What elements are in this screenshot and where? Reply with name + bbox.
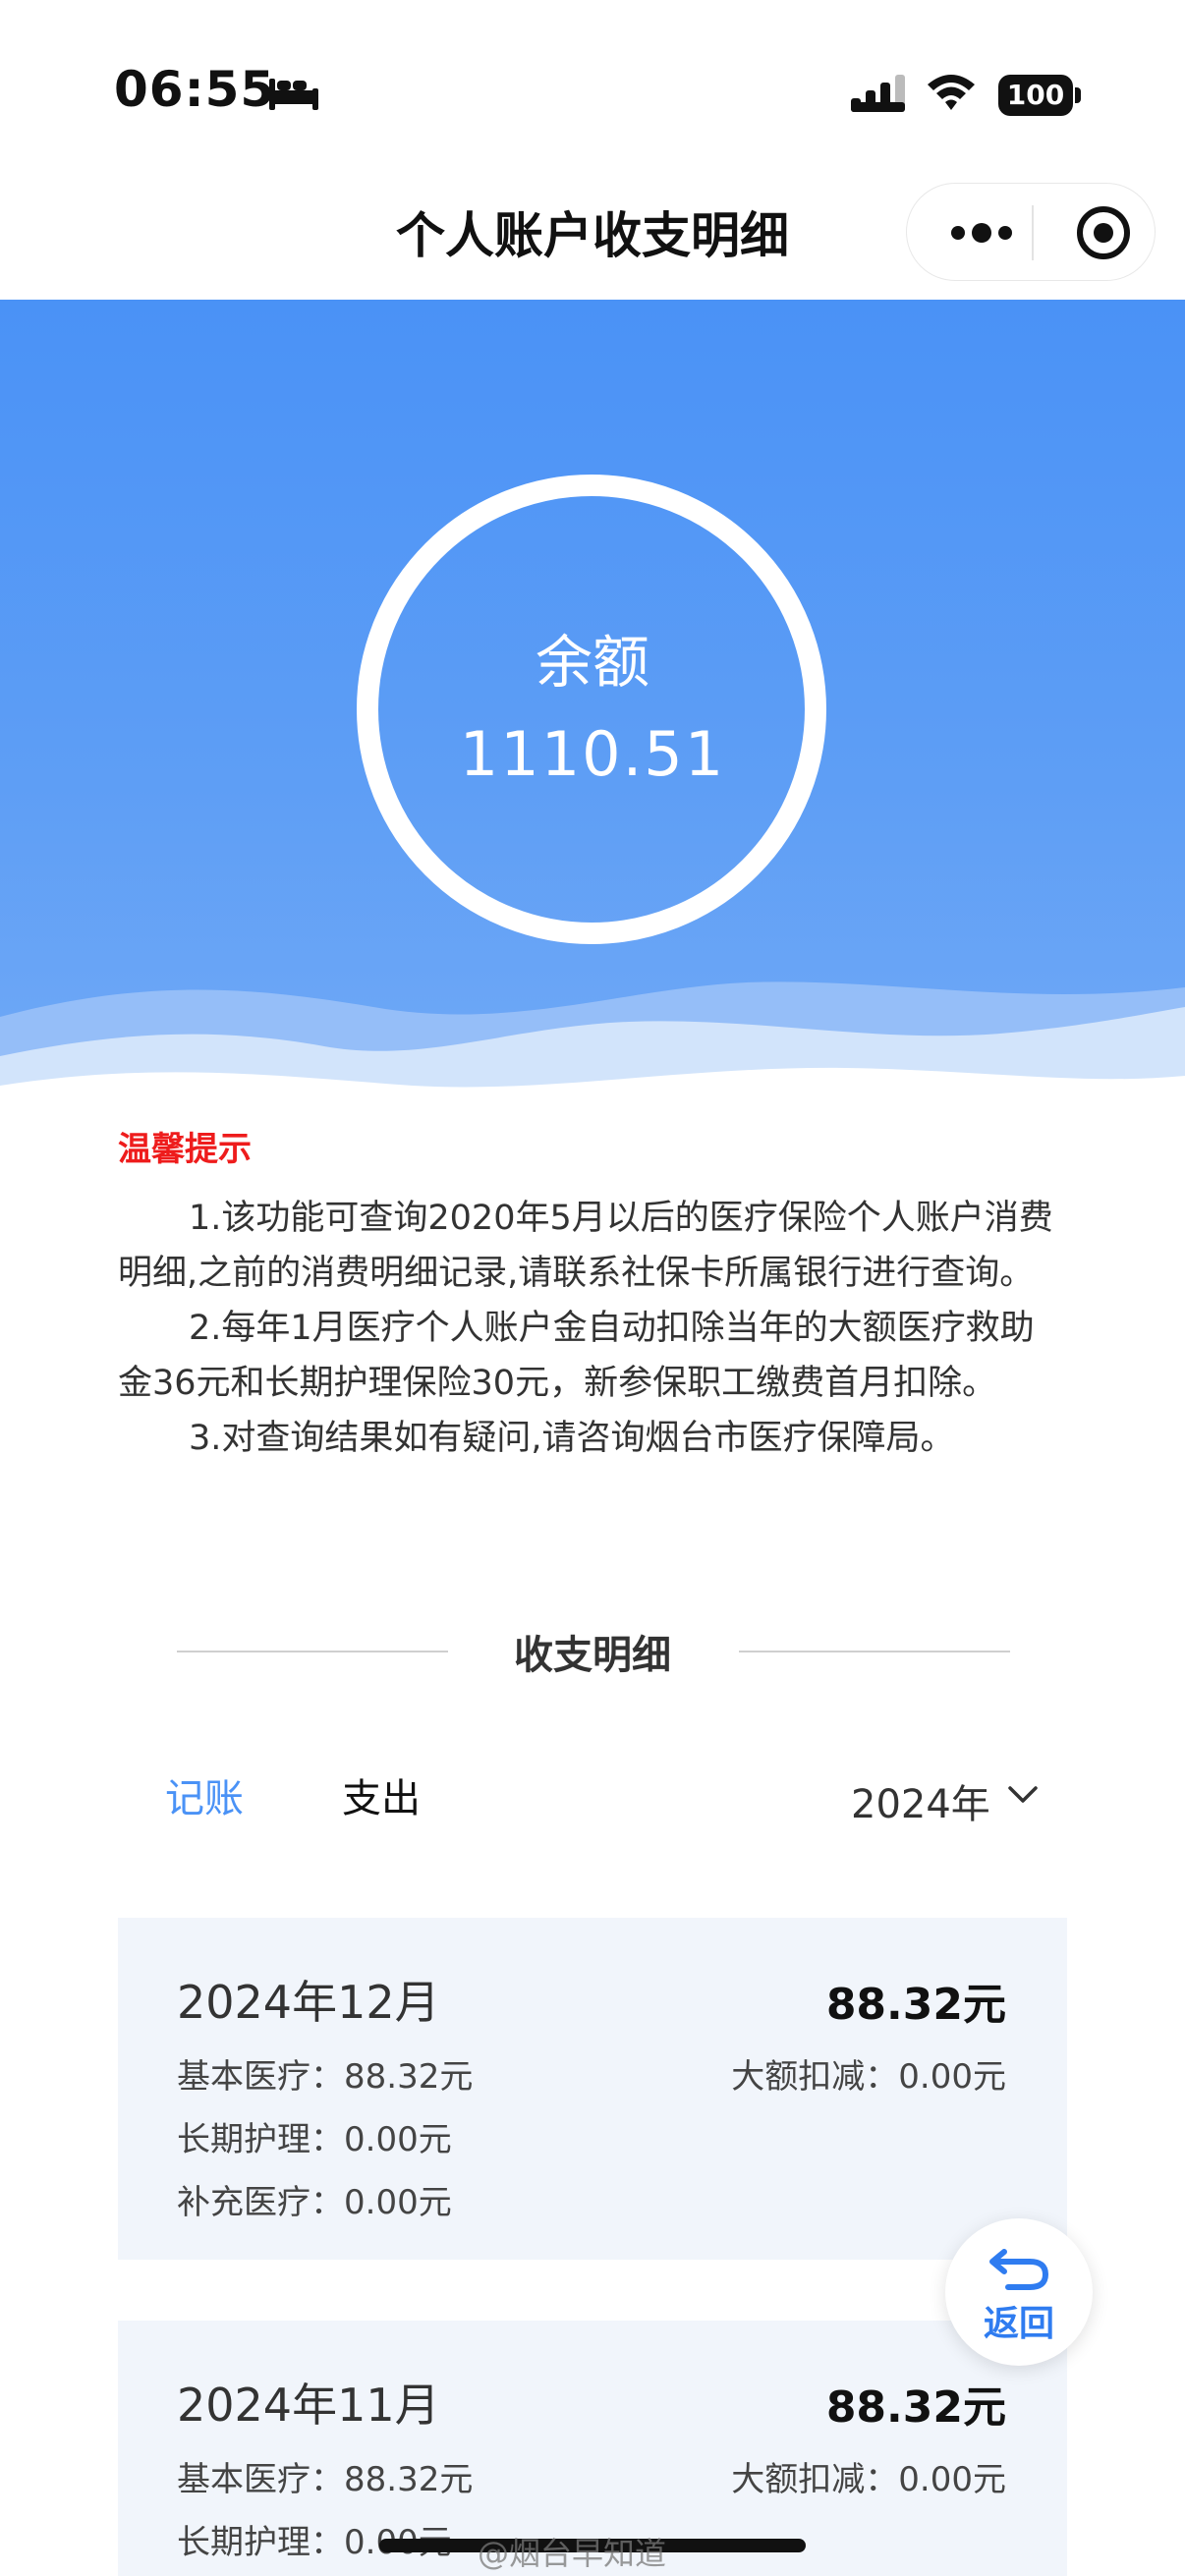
- card-total: 88.32元: [825, 2382, 1006, 2433]
- signal-icon: [851, 75, 905, 112]
- status-time: 06:55: [114, 61, 276, 118]
- record-card[interactable]: 2024年12月 88.32元 基本医疗：88.32元 大额扣减：0.00元 长…: [118, 1918, 1067, 2260]
- tab-record[interactable]: 记账: [165, 1766, 244, 1823]
- close-target-icon[interactable]: [1074, 203, 1133, 262]
- card-large-deduction: 大额扣减：0.00元: [731, 2057, 1006, 2097]
- card-supplement-medical: 补充医疗：0.00元: [177, 2183, 452, 2222]
- section-divider-right: [739, 1651, 1010, 1652]
- capsule-divider: [1032, 205, 1034, 260]
- card-basic-medical: 基本医疗：88.32元: [177, 2057, 474, 2097]
- notice-title: 温馨提示: [118, 1130, 252, 1169]
- card-long-term-care: 长期护理：0.00元: [177, 2120, 452, 2159]
- back-button[interactable]: 返回: [945, 2218, 1093, 2366]
- notice-item: 2.每年1月医疗个人账户金自动扣除当年的大额医疗救助金36元和长期护理保险30元…: [118, 1309, 1035, 1403]
- watermark: @烟台早知道: [478, 2535, 667, 2572]
- card-large-deduction: 大额扣减：0.00元: [731, 2460, 1006, 2499]
- card-total: 88.32元: [825, 1980, 1006, 2030]
- balance-banner: 余额 1110.51: [0, 300, 1185, 1105]
- tab-expense[interactable]: 支出: [342, 1766, 421, 1823]
- more-icon[interactable]: [946, 217, 1017, 249]
- wifi-icon: [928, 75, 975, 110]
- chevron-down-icon[interactable]: [1004, 1776, 1042, 1814]
- balance-label: 余额: [535, 629, 649, 696]
- return-arrow-icon: [989, 2249, 1049, 2290]
- card-basic-medical: 基本医疗：88.32元: [177, 2460, 474, 2499]
- notice-item: 3.对查询结果如有疑问,请咨询烟台市医疗保障局。: [189, 1419, 955, 1458]
- notice-item: 1.该功能可查询2020年5月以后的医疗保险个人账户消费明细,之前的消费明细记录…: [118, 1199, 1053, 1293]
- notice-text: 1.该功能可查询2020年5月以后的医疗保险个人账户消费明细,之前的消费明细记录…: [118, 1191, 1061, 1466]
- battery-level: 100: [998, 75, 1073, 116]
- bed-icon: [269, 79, 318, 110]
- balance-value: 1110.51: [459, 718, 726, 790]
- battery-indicator: 100: [998, 75, 1081, 116]
- card-month: 2024年12月: [177, 1976, 440, 2029]
- status-bar: 06:55 100: [0, 0, 1185, 177]
- balance-ring: [357, 475, 826, 944]
- card-month: 2024年11月: [177, 2379, 440, 2432]
- battery-tip: [1075, 87, 1081, 103]
- back-button-label: 返回: [983, 2304, 1054, 2344]
- year-select[interactable]: 2024年: [851, 1772, 990, 1829]
- mini-program-capsule: [906, 183, 1156, 281]
